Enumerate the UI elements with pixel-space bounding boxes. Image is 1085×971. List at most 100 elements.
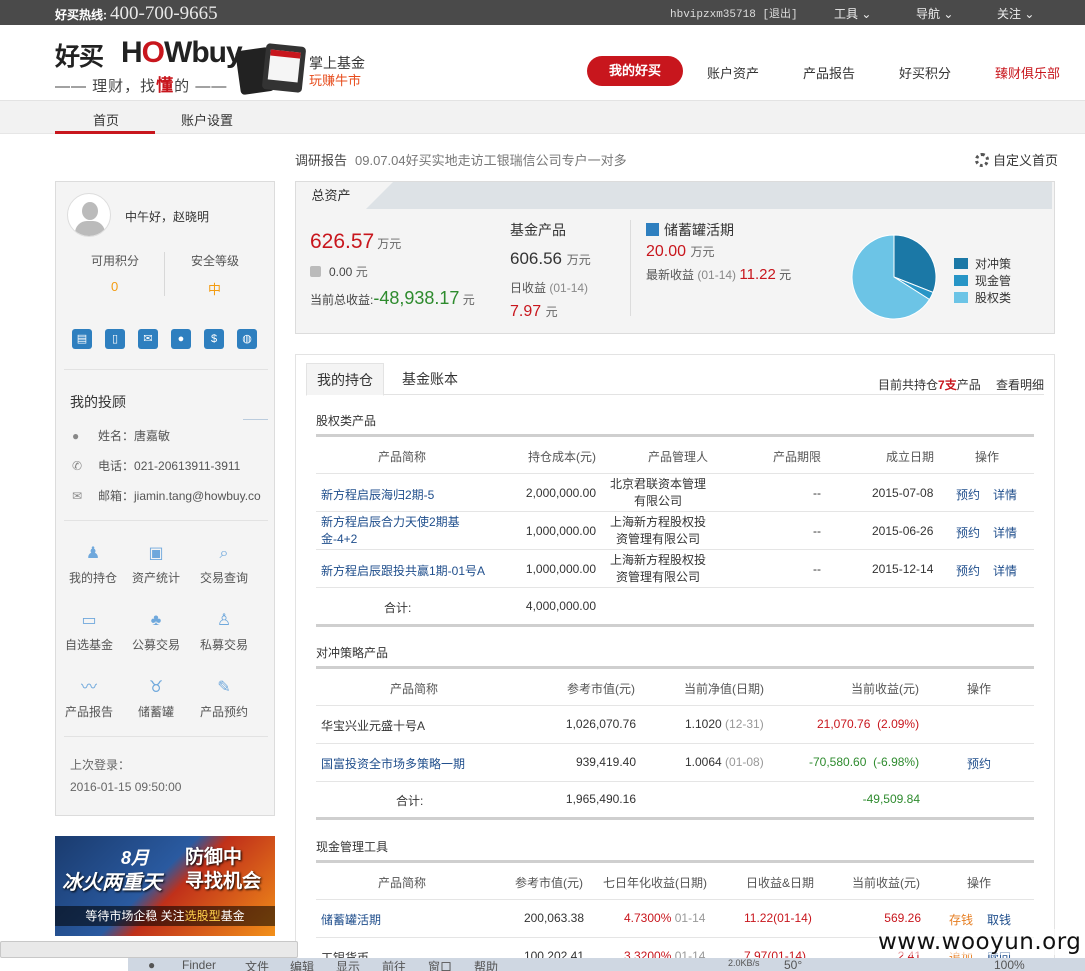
banner-highlight: 选股型 [184, 909, 221, 923]
advisor-phone-value: 021-20613911-3911 [134, 459, 241, 473]
apple-icon[interactable]: ● [148, 958, 155, 971]
menu-edit[interactable]: 编辑 [290, 958, 314, 971]
cash-row-daily: 11.22(01-14) [744, 911, 812, 925]
menu-nav[interactable]: 导航 ⌄ [916, 5, 953, 22]
menu-help[interactable]: 帮助 [474, 958, 498, 971]
menu-file[interactable]: 文件 [245, 958, 269, 971]
current-profit-value: -48,938.17 [373, 288, 460, 308]
reserve-link[interactable]: 预约 [967, 755, 991, 772]
shortcut-private-trade[interactable]: ♙ 私募交易 [191, 612, 257, 653]
hedge-title: 对冲策略产品 [316, 646, 389, 660]
horizontal-scrollbar[interactable] [0, 941, 298, 958]
sub-nav: 首页 账户设置 [0, 101, 1085, 134]
report-link[interactable]: 09.07.04好买实地走访工银瑞信公司专户一对多 [355, 153, 627, 168]
current-profit-label: 当前总收益: [310, 293, 374, 307]
menu-follow[interactable]: 关注 ⌄ [997, 5, 1034, 22]
nav-product-report[interactable]: 产品报告 [803, 63, 855, 82]
nav-account-assets[interactable]: 账户资产 [707, 63, 759, 82]
points-value[interactable]: 0 [111, 279, 118, 294]
menu-finder[interactable]: Finder [182, 958, 216, 971]
cash-row-name[interactable]: 储蓄罐活期 [321, 911, 381, 928]
menu-view[interactable]: 显示 [336, 958, 360, 971]
logo-o: O [141, 36, 165, 69]
reserve-link[interactable]: 预约 [956, 486, 980, 503]
nav-points[interactable]: 好买积分 [899, 63, 951, 82]
banner-right-b: 寻找机会 [185, 871, 262, 892]
view-detail-link[interactable]: 查看明细 [996, 376, 1044, 393]
username[interactable]: hbvipzxm35718 [670, 9, 756, 21]
equity-row-name[interactable]: 新方程启辰合力天使2期基金-4+2 [321, 514, 471, 548]
person-chart-icon: ♟ [85, 545, 101, 562]
table-divider [316, 624, 1034, 627]
customize-home[interactable]: 自定义首页 [975, 150, 1058, 169]
shortcut-product-report[interactable]: 〰产品报告 [56, 679, 122, 720]
piggy-latest-date: (01-14) [697, 268, 737, 282]
equity-row-name[interactable]: 新方程启辰海归2期-5 [321, 486, 434, 503]
table-divider [316, 781, 1034, 782]
menu-window[interactable]: 窗口 [428, 958, 452, 971]
legend-item: 对冲策 [954, 255, 1011, 272]
hedge-row-name[interactable]: 华宝兴业元盛十号A [321, 717, 425, 734]
tab-total-assets[interactable]: 总资产 [296, 182, 366, 209]
banner-left: 冰火两重天 [62, 872, 162, 894]
shortcut-label: 自选基金 [64, 638, 113, 652]
slogan: —— 理财，找懂的 —— [55, 71, 227, 96]
nav-club[interactable]: 臻财俱乐部 [995, 63, 1060, 82]
app-line2[interactable]: 玩赚牛市 [309, 70, 361, 89]
divider [630, 220, 631, 316]
reserve-link[interactable]: 预约 [956, 562, 980, 579]
tab-account-settings[interactable]: 账户设置 [181, 110, 233, 129]
promo-banner[interactable]: 8月 冰火两重天 防御中 寻找机会 等待市场企稳 关注选股型基金 [55, 836, 275, 936]
wechat-icon[interactable]: ◍ [237, 329, 257, 349]
equity-row-name[interactable]: 新方程启辰跟投共赢1期-01号A [321, 562, 485, 579]
menu-tools[interactable]: 工具 ⌄ [834, 5, 871, 22]
logo-howbuy[interactable]: HOWbuy [121, 36, 243, 70]
advisor-name-value: 唐嘉敏 [134, 429, 171, 443]
menu-go[interactable]: 前往 [382, 958, 406, 971]
avatar[interactable] [67, 193, 111, 237]
reserve-link[interactable]: 预约 [956, 524, 980, 541]
shortcut-piggy[interactable]: ♉ 储蓄罐 [123, 679, 189, 720]
monitor-icon: ▭ [81, 612, 97, 629]
shortcut-appointment[interactable]: ✎ 产品预约 [191, 679, 257, 720]
piggy-bank-icon: ♉ [148, 679, 164, 696]
unit: 元 [355, 265, 368, 279]
advisor-email-value[interactable]: jiamin.tang@howbuy.co [134, 489, 261, 503]
detail-link[interactable]: 详情 [993, 524, 1017, 541]
equity-row-cost: 1,000,000.00 [525, 562, 596, 576]
deposit-link[interactable]: 存钱 [949, 911, 973, 928]
lock-icon [310, 266, 321, 277]
logout-link[interactable]: [退出] [762, 9, 797, 21]
phone-icon[interactable] [235, 43, 307, 96]
shortcut-holdings[interactable]: ♟ 我的持仓 [60, 545, 126, 586]
shortcut-label: 交易查询 [199, 571, 248, 585]
person-icon: ● [72, 429, 80, 443]
shortcut-watchlist[interactable]: ▭ 自选基金 [56, 612, 122, 653]
legend-item: 股权类 [954, 289, 1011, 306]
shortcut-public-trade[interactable]: ♣ 公募交易 [123, 612, 189, 653]
pencil-icon: ✎ [217, 679, 231, 696]
unit: 万元 [377, 237, 402, 251]
id-card-icon[interactable]: ▤ [72, 329, 92, 349]
piggy-icon[interactable]: ● [171, 329, 191, 349]
tab-my-holdings[interactable]: 我的持仓 [306, 363, 384, 396]
detail-link[interactable]: 详情 [993, 486, 1017, 503]
shortcut-asset-stats[interactable]: ▣ 资产统计 [123, 545, 189, 586]
bank-card-icon[interactable]: $ [204, 329, 224, 349]
watermark: www.wooyun.org [878, 929, 1082, 955]
logo-cn[interactable]: 好买 [55, 37, 104, 73]
cash-header-profit: 当前收益(元) [852, 876, 920, 890]
tab-home[interactable]: 首页 [93, 110, 119, 129]
shortcut-trade-query[interactable]: ⌕ 交易查询 [191, 545, 257, 586]
detail-link[interactable]: 详情 [993, 562, 1017, 579]
mail-icon[interactable]: ✉ [138, 329, 158, 349]
nav-my-howbuy[interactable]: 我的好买 [587, 56, 683, 86]
hedge-row-name[interactable]: 国富投资全市场多策略一期 [321, 755, 465, 772]
withdraw-link[interactable]: 取钱 [987, 911, 1011, 928]
tab-fund-ledger[interactable]: 基金账本 [392, 363, 468, 396]
mobile-icon[interactable]: ▯ [105, 329, 125, 349]
hotline-label: 好买热线: [55, 8, 107, 22]
banner-bottom-b: 基金 [220, 909, 245, 923]
security-value[interactable]: 中 [208, 279, 221, 298]
legend-item: 现金管 [954, 272, 1011, 289]
